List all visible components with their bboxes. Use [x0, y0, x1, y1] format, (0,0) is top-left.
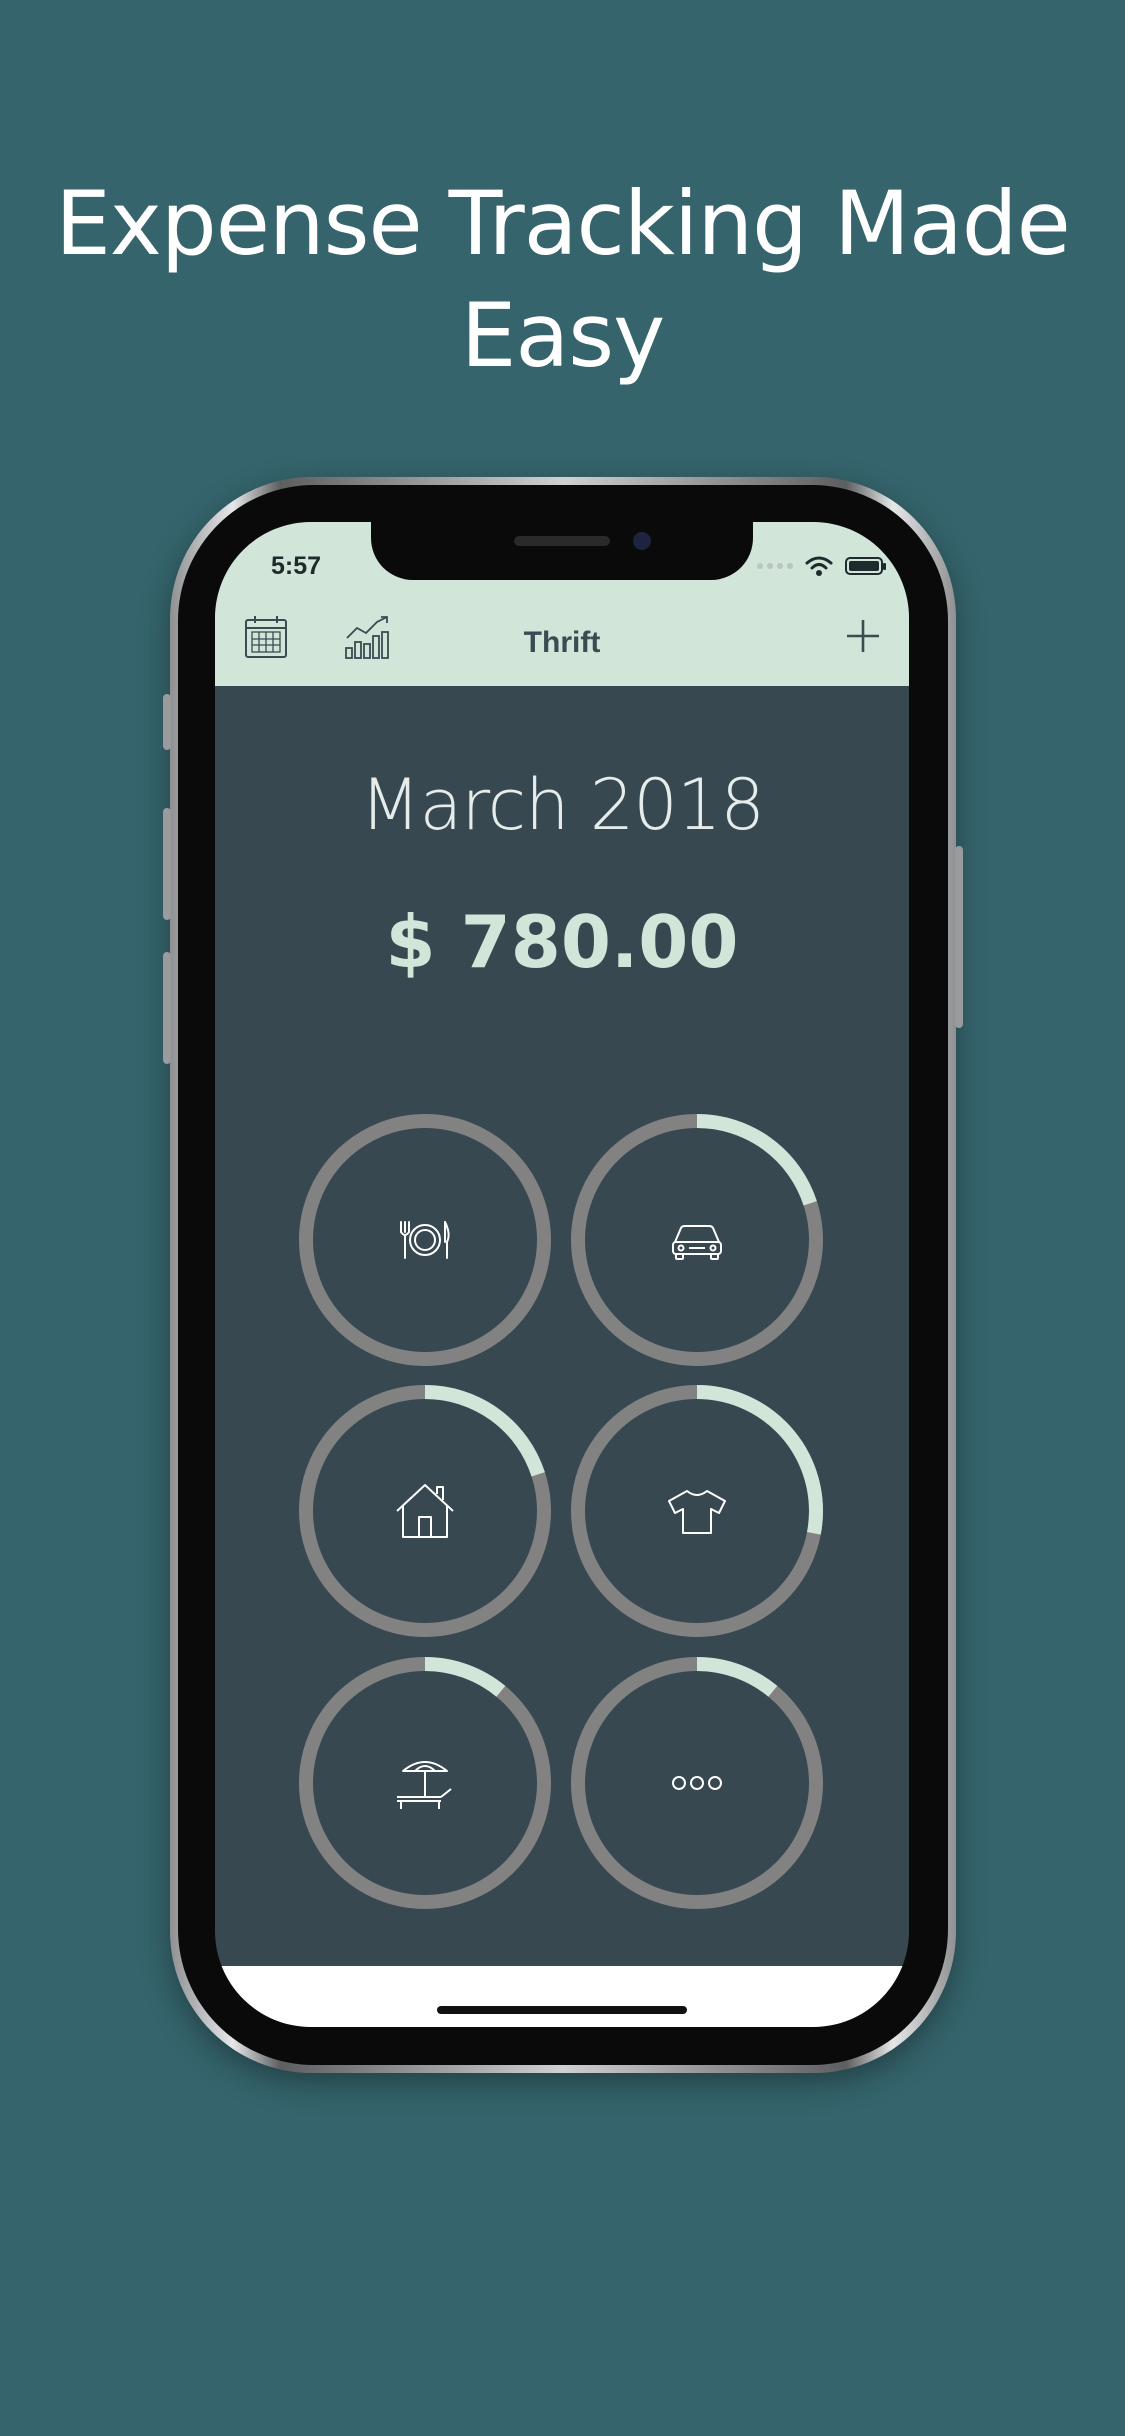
category-ring-other[interactable]	[569, 1655, 825, 1911]
volume-up-button	[163, 808, 171, 920]
status-time: 5:57	[271, 552, 322, 580]
category-ring-leisure[interactable]	[297, 1655, 553, 1911]
cellular-signal-icon	[757, 563, 793, 569]
car-icon	[672, 1225, 722, 1260]
category-ring-food[interactable]	[297, 1112, 553, 1368]
total-amount: $ 780.00	[385, 900, 739, 984]
front-camera	[633, 532, 651, 550]
beach-umbrella-icon	[397, 1761, 452, 1809]
more-icon	[672, 1776, 722, 1790]
app-title: Thrift	[523, 626, 601, 659]
status-indicators	[757, 554, 886, 578]
headline-line-1: Expense Tracking Made	[55, 172, 1071, 275]
app-screen: 5:57 Thrift March 2018 $ 780.00	[215, 522, 909, 2027]
plate-cutlery-icon	[400, 1221, 450, 1259]
category-ring-housing[interactable]	[297, 1383, 553, 1639]
mute-switch	[163, 694, 171, 750]
category-ring-clothing[interactable]	[569, 1383, 825, 1639]
category-ring-transport[interactable]	[569, 1112, 825, 1368]
plus-icon[interactable]	[845, 618, 881, 654]
volume-down-button	[163, 952, 171, 1064]
headline-line-2: Easy	[460, 284, 665, 387]
tshirt-icon	[668, 1490, 726, 1534]
headline: Expense Tracking Made Easy	[0, 168, 1125, 392]
power-button	[955, 846, 963, 1028]
month-label[interactable]: March 2018	[215, 764, 909, 846]
home-indicator[interactable]	[437, 2006, 687, 2014]
notch	[371, 522, 753, 580]
wifi-icon	[805, 556, 833, 576]
house-icon	[396, 1484, 454, 1538]
home-area	[215, 1966, 909, 2027]
battery-icon	[845, 557, 886, 575]
speaker	[514, 536, 610, 546]
